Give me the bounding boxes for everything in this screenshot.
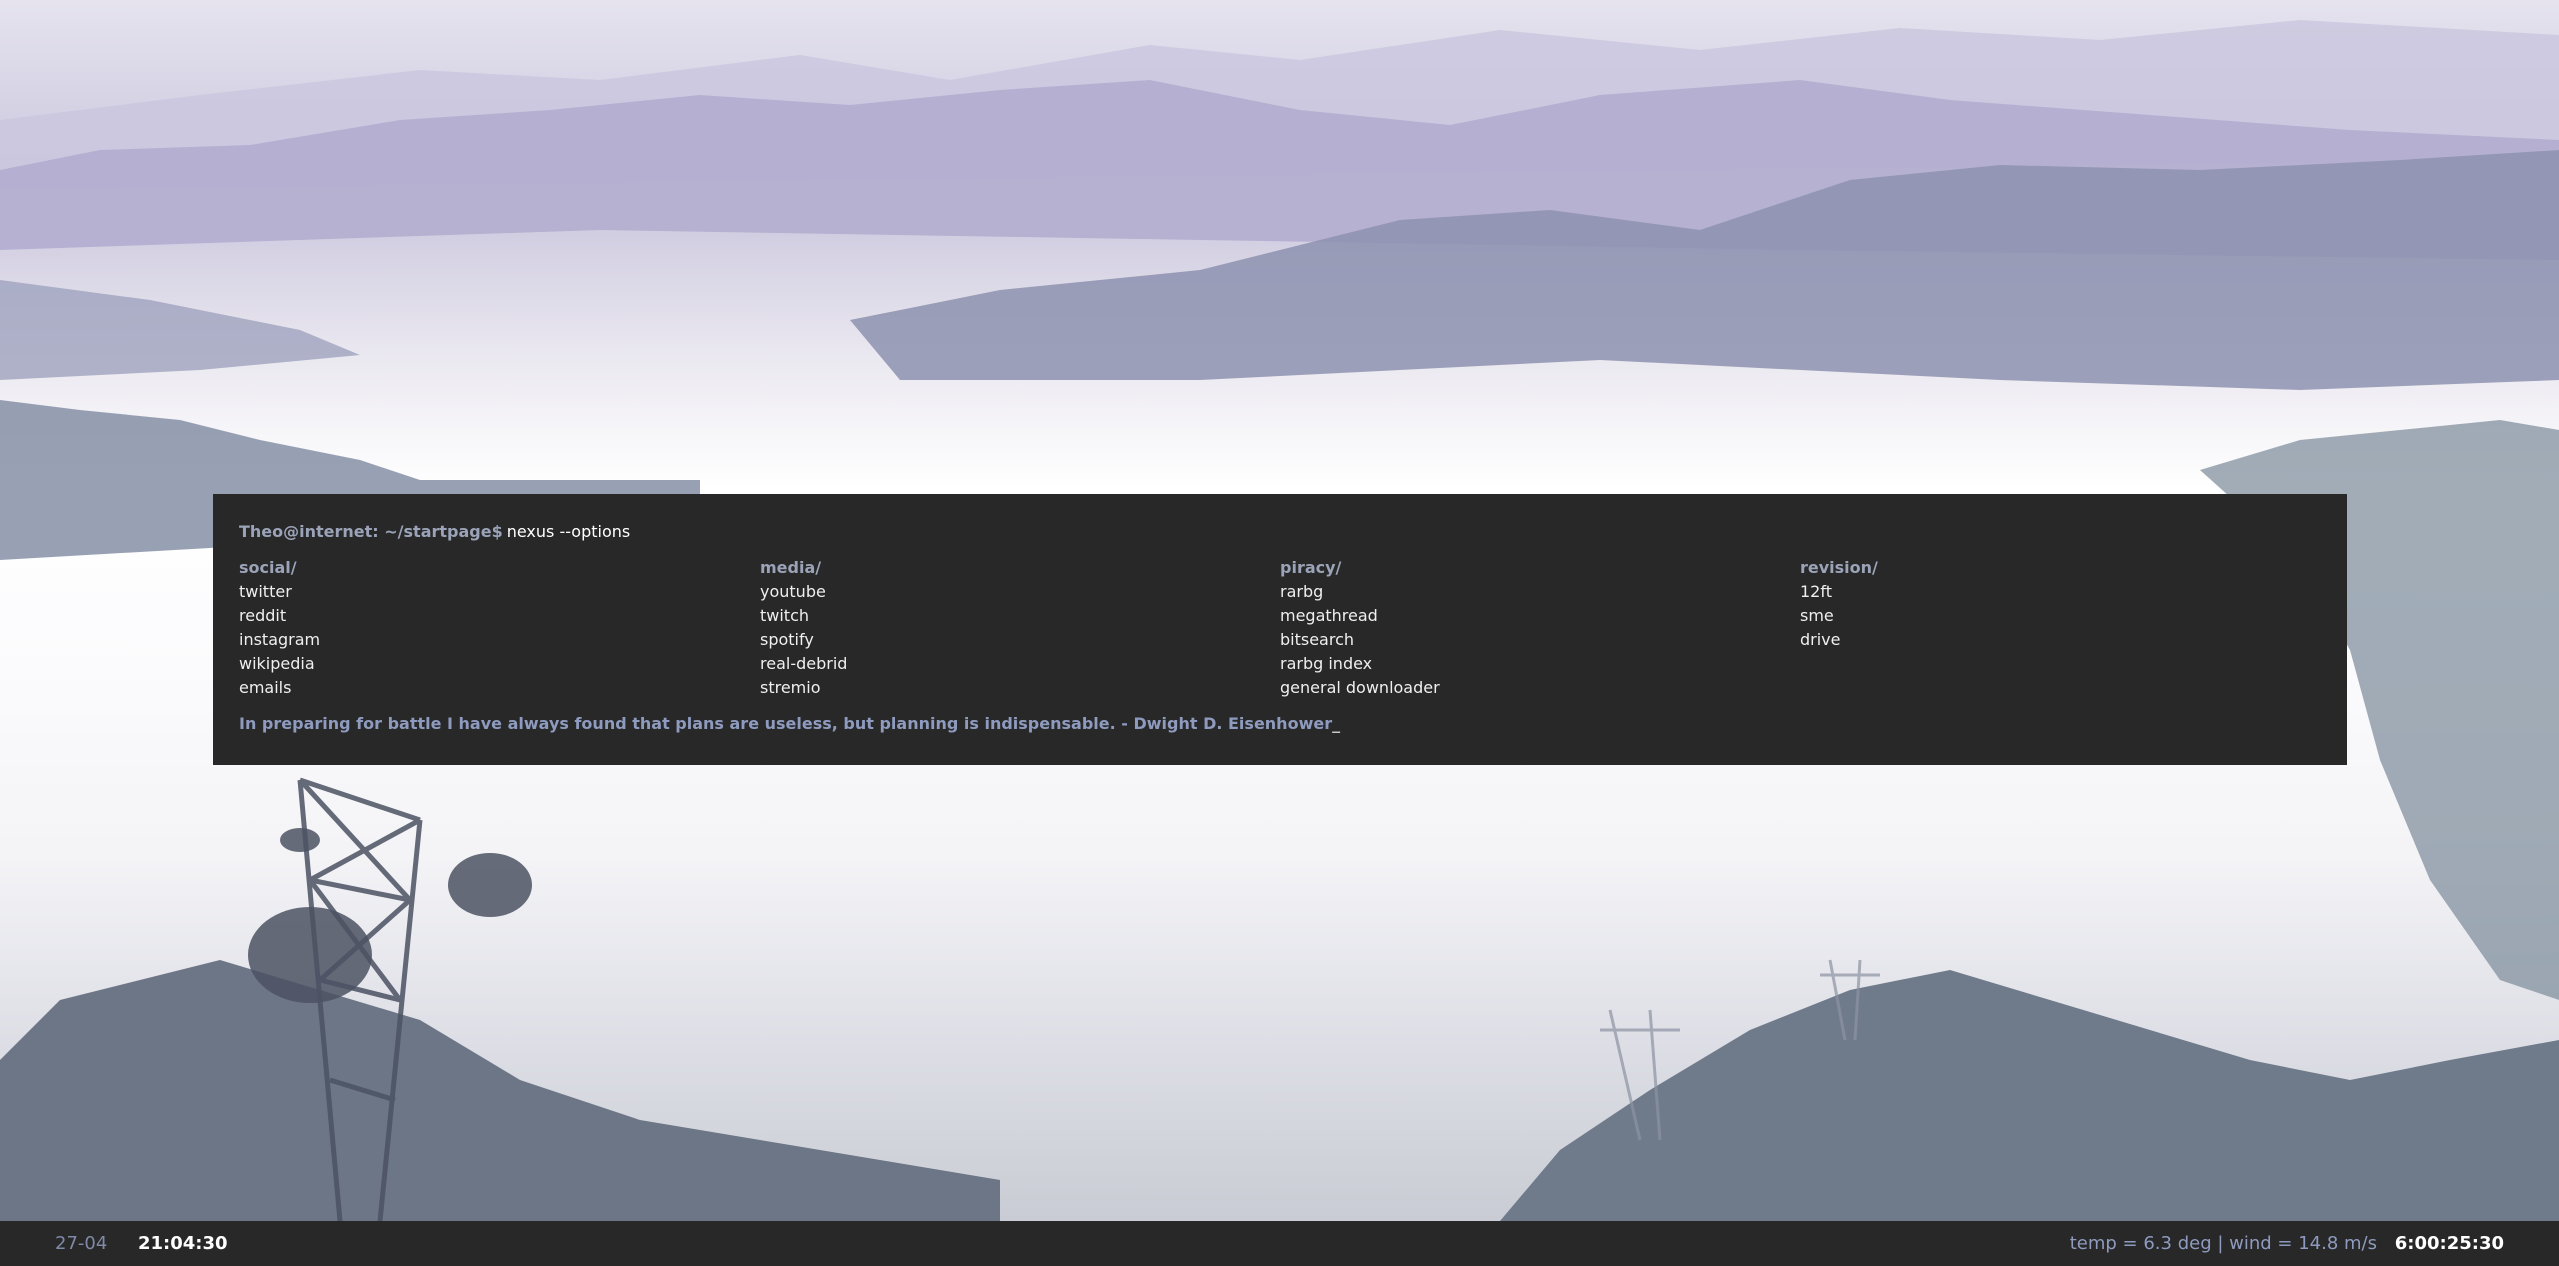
text-cursor: _: [1332, 714, 1341, 733]
column-piracy: piracy/ rarbg megathread bitsearch rarbg…: [1280, 556, 1780, 700]
link-general-downloader[interactable]: general downloader: [1280, 676, 1780, 700]
link-spotify[interactable]: spotify: [760, 628, 1260, 652]
column-title-piracy: piracy/: [1280, 558, 1342, 577]
column-social: social/ twitter reddit instagram wikiped…: [239, 556, 739, 700]
link-real-debrid[interactable]: real-debrid: [760, 652, 1260, 676]
clock-display: 21:04:30: [138, 1233, 228, 1254]
column-title-revision: revision/: [1800, 558, 1878, 577]
quote-line: In preparing for battle I have always fo…: [239, 712, 2321, 736]
prompt-line: Theo@internet: ~/startpage$ nexus --optio…: [239, 520, 2321, 544]
link-bitsearch[interactable]: bitsearch: [1280, 628, 1780, 652]
link-12ft[interactable]: 12ft: [1800, 580, 2300, 604]
column-media: media/ youtube twitch spotify real-debri…: [760, 556, 1260, 700]
link-columns: social/ twitter reddit instagram wikiped…: [239, 556, 2321, 700]
link-wikipedia[interactable]: wikipedia: [239, 652, 739, 676]
column-title-media: media/: [760, 558, 822, 577]
uptime-display: 6:00:25:30: [2394, 1233, 2504, 1254]
link-rarbg[interactable]: rarbg: [1280, 580, 1780, 604]
status-bar: 27-04 21:04:30 temp = 6.3 deg | wind = 1…: [0, 1221, 2559, 1266]
quote-text: In preparing for battle I have always fo…: [239, 714, 1333, 733]
link-reddit[interactable]: reddit: [239, 604, 739, 628]
link-sme[interactable]: sme: [1800, 604, 2300, 628]
link-twitter[interactable]: twitter: [239, 580, 739, 604]
command-text: nexus --options: [506, 522, 631, 541]
link-rarbg-index[interactable]: rarbg index: [1280, 652, 1780, 676]
link-instagram[interactable]: instagram: [239, 628, 739, 652]
link-drive[interactable]: drive: [1800, 628, 2300, 652]
link-youtube[interactable]: youtube: [760, 580, 1260, 604]
date-display: 27-04: [55, 1233, 108, 1254]
column-title-social: social/: [239, 558, 297, 577]
column-revision: revision/ 12ft sme drive: [1800, 556, 2300, 652]
terminal-panel: Theo@internet: ~/startpage$ nexus --optio…: [213, 494, 2347, 765]
link-twitch[interactable]: twitch: [760, 604, 1260, 628]
link-megathread[interactable]: megathread: [1280, 604, 1780, 628]
link-stremio[interactable]: stremio: [760, 676, 1260, 700]
weather-display: temp = 6.3 deg | wind = 14.8 m/s: [2069, 1233, 2377, 1254]
link-emails[interactable]: emails: [239, 676, 739, 700]
shell-prompt: Theo@internet: ~/startpage$: [239, 522, 503, 541]
